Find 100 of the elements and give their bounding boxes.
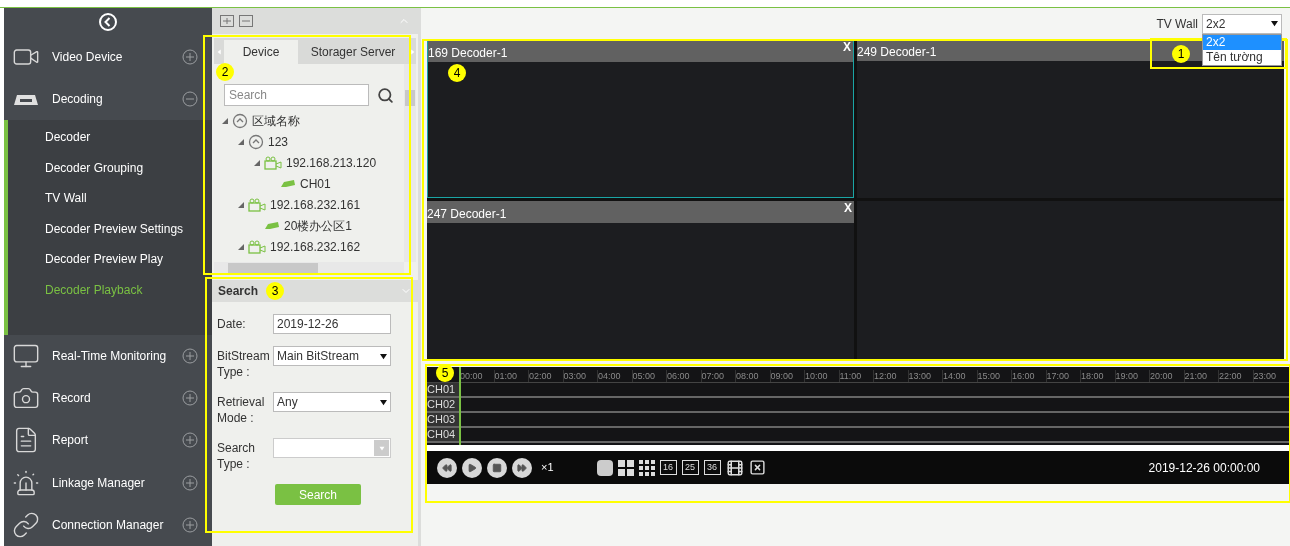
tree-item[interactable]: 区域名称	[252, 111, 300, 130]
hour-label: 04:00	[597, 370, 632, 382]
rewind-icon	[442, 462, 452, 473]
hour-label: 21:00	[1183, 370, 1218, 382]
hour-label: 22:00	[1218, 370, 1253, 382]
menu-item[interactable]: Record	[4, 377, 212, 420]
menu-item[interactable]: Decoding	[4, 77, 212, 120]
submenu-item[interactable]: Decoder Grouping	[8, 152, 212, 183]
expand-icon[interactable]	[182, 474, 198, 491]
dropdown-arrow-icon	[380, 352, 387, 360]
fast-forward-button[interactable]	[512, 457, 532, 478]
video-screen[interactable]: 247 Decoder-1 X	[427, 200, 854, 359]
layout-button[interactable]: 36	[703, 460, 721, 475]
speed-label: ×1	[541, 460, 554, 476]
hour-label: 03:00	[562, 370, 597, 382]
rewind-button[interactable]	[437, 457, 457, 478]
submenu-item[interactable]: TV Wall	[8, 182, 212, 214]
hour-label: 15:00	[976, 370, 1011, 382]
expand-icon[interactable]	[182, 516, 198, 533]
date-field[interactable]: 2019-12-26	[273, 314, 391, 334]
expand-all-icon[interactable]	[220, 15, 234, 27]
hour-label: 16:00	[1011, 370, 1046, 382]
hour-label: 09:00	[769, 370, 804, 382]
menu-item[interactable]: Video Device	[4, 35, 212, 78]
tree-item[interactable]: 192.168.213.120	[286, 153, 377, 172]
close-button[interactable]: X	[843, 40, 851, 54]
expander-icon[interactable]	[238, 138, 244, 145]
bullet-camera-icon	[280, 178, 296, 189]
dropdown-arrow-icon	[1271, 20, 1278, 27]
menu-item[interactable]: Report	[4, 419, 212, 462]
screen-title: 169 Decoder-1	[428, 45, 508, 62]
area-icon	[248, 133, 264, 150]
hour-label: 14:00	[942, 370, 977, 382]
menu-item[interactable]: Real-Time Monitoring	[4, 334, 212, 378]
single-view-icon	[596, 459, 613, 476]
filmstrip-icon	[725, 458, 744, 477]
hour-label: 10:00	[804, 370, 839, 382]
play-icon	[467, 462, 477, 473]
expander-icon[interactable]	[238, 243, 244, 250]
hour-label: 23:00	[1252, 370, 1287, 382]
camera-icon	[264, 155, 282, 170]
fast-forward-icon	[517, 462, 527, 473]
expand-icon[interactable]	[182, 390, 198, 407]
collapse-all-icon[interactable]	[239, 15, 253, 27]
tree-item[interactable]: 123	[268, 132, 289, 151]
layout-button[interactable]: 25	[681, 460, 699, 475]
dropdown-option[interactable]: Tên tường	[1203, 50, 1281, 65]
nine-view-icon	[638, 459, 655, 476]
camera-icon	[248, 239, 266, 254]
expand-icon[interactable]	[182, 348, 198, 365]
layout-button[interactable]: 16	[659, 460, 677, 475]
submenu-item[interactable]: Decoder Playback	[8, 274, 212, 305]
hour-label: 05:00	[631, 370, 666, 382]
expand-icon[interactable]	[182, 48, 198, 65]
hour-label: 02:00	[528, 370, 563, 382]
expander-icon[interactable]	[238, 201, 244, 208]
tv-wall-dropdown[interactable]: 2x2	[1202, 13, 1282, 34]
alarm-light-icon	[12, 468, 40, 497]
submenu-item[interactable]: Decoder	[8, 121, 212, 153]
dropdown[interactable]: Any	[273, 392, 391, 412]
dropdown[interactable]: Main BitStream	[273, 346, 391, 366]
field-label: Retrieval Mode :	[217, 394, 266, 426]
menu-item[interactable]: Connection Manager	[4, 503, 212, 546]
scroll-right-icon	[409, 49, 415, 55]
search-field[interactable]: Search	[224, 84, 369, 106]
field-label: TV Wall	[1156, 15, 1198, 33]
camera-icon	[248, 197, 266, 212]
screen-title: 247 Decoder-1	[427, 205, 507, 223]
dropdown-arrow-icon	[380, 398, 387, 406]
hour-label: 01:00	[493, 370, 528, 382]
field-label: Search Type :	[217, 440, 257, 472]
screen-title: 249 Decoder-1	[857, 44, 937, 61]
collapse-sidebar-icon[interactable]	[99, 12, 117, 31]
channel-label: CH04	[427, 428, 459, 441]
horizontal-scrollbar[interactable]	[214, 262, 404, 274]
play-button[interactable]	[462, 457, 482, 478]
tab[interactable]: Device	[224, 40, 298, 64]
stop-icon	[492, 462, 502, 473]
close-icon	[748, 459, 766, 476]
channel-label: CH02	[427, 398, 459, 411]
channel-label: CH01	[427, 383, 459, 396]
collapse-icon[interactable]	[182, 90, 198, 107]
tree-item[interactable]: 20楼办公区1	[284, 216, 353, 235]
submenu-item[interactable]: Decoder Preview Play	[8, 243, 212, 275]
tree-item[interactable]: 192.168.232.161	[270, 195, 361, 214]
hour-label: 13:00	[907, 370, 942, 382]
hour-label: 08:00	[735, 370, 770, 382]
field-label: Date:	[217, 316, 247, 332]
expand-icon[interactable]	[182, 432, 198, 449]
expander-icon[interactable]	[254, 159, 260, 166]
menu-item[interactable]: Linkage Manager	[4, 461, 212, 504]
hour-label: 17:00	[1045, 370, 1080, 382]
submenu-item[interactable]: Decoder Preview Settings	[8, 213, 212, 244]
close-button[interactable]: X	[844, 200, 852, 215]
field-label: BitStream Type :	[217, 348, 271, 380]
hour-label: 20:00	[1149, 370, 1184, 382]
expander-icon[interactable]	[222, 117, 228, 124]
tree-item[interactable]: CH01	[300, 174, 331, 193]
stop-button[interactable]	[487, 457, 507, 478]
tree-item[interactable]: 192.168.232.162	[270, 237, 361, 256]
